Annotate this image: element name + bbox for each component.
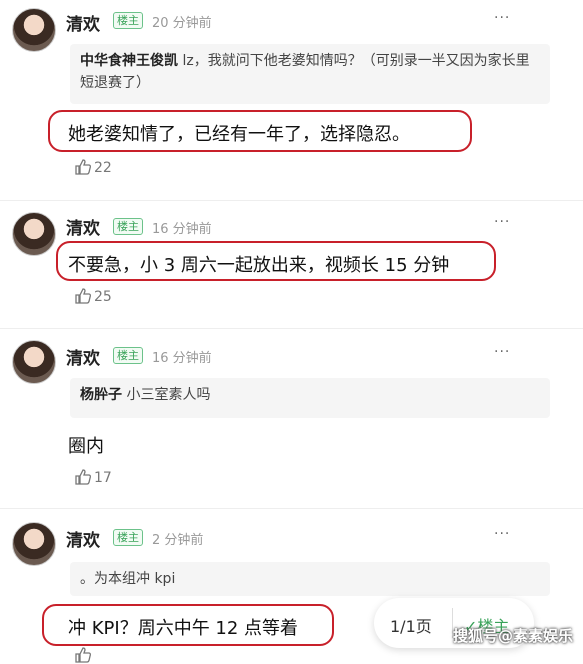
quote-author: 杨肸子 — [80, 387, 122, 403]
thumbs-up-icon — [74, 288, 94, 305]
timestamp: 20 分钟前 — [152, 16, 212, 31]
like-count: 22 — [94, 160, 112, 176]
watermark: 搜狐号@素素娱乐 — [452, 627, 573, 645]
like-count: 25 — [94, 289, 112, 305]
more-options-icon[interactable]: ··· — [494, 10, 510, 26]
like-button[interactable] — [74, 646, 94, 664]
username[interactable]: 清欢 — [66, 526, 100, 551]
thumbs-up-icon — [74, 647, 94, 664]
divider — [0, 508, 583, 509]
username[interactable]: 清欢 — [66, 10, 100, 35]
timestamp: 16 分钟前 — [152, 222, 212, 237]
more-options-icon[interactable]: ··· — [494, 344, 510, 360]
avatar[interactable] — [12, 522, 56, 566]
thumbs-up-icon — [74, 469, 94, 486]
quoted-reply[interactable]: 中华食神王俊凯 lz，我就问下他老婆知情吗？（可别录一半又因为家长里短退赛了） — [70, 44, 550, 104]
timestamp: 16 分钟前 — [152, 351, 212, 366]
red-highlight-circle — [42, 604, 334, 646]
op-badge: 楼主 — [113, 347, 143, 364]
op-badge: 楼主 — [113, 529, 143, 546]
quote-text: 小三室素人吗 — [122, 387, 211, 403]
divider — [0, 328, 583, 329]
red-highlight-circle — [56, 241, 496, 281]
quoted-reply[interactable]: 。为本组冲 kpi — [70, 562, 550, 596]
op-badge: 楼主 — [113, 12, 143, 29]
like-button[interactable]: 17 — [74, 468, 112, 486]
avatar[interactable] — [12, 212, 56, 256]
username[interactable]: 清欢 — [66, 344, 100, 369]
like-button[interactable]: 25 — [74, 287, 112, 305]
quote-text: 。为本组冲 kpi — [80, 571, 176, 587]
more-options-icon[interactable]: ··· — [494, 214, 510, 230]
avatar[interactable] — [12, 340, 56, 384]
timestamp: 2 分钟前 — [152, 533, 204, 548]
like-button[interactable]: 22 — [74, 158, 112, 176]
username[interactable]: 清欢 — [66, 214, 100, 239]
red-highlight-circle — [48, 110, 472, 152]
op-badge: 楼主 — [113, 218, 143, 235]
page-indicator[interactable]: 1/1页 — [390, 613, 432, 637]
like-count: 17 — [94, 470, 112, 486]
quote-author: 中华食神王俊凯 — [80, 53, 178, 69]
avatar[interactable] — [12, 8, 56, 52]
quoted-reply[interactable]: 杨肸子 小三室素人吗 — [70, 378, 550, 418]
divider — [0, 200, 583, 201]
comment-text: 圈内 — [68, 436, 104, 457]
thumbs-up-icon — [74, 159, 94, 176]
more-options-icon[interactable]: ··· — [494, 526, 510, 542]
